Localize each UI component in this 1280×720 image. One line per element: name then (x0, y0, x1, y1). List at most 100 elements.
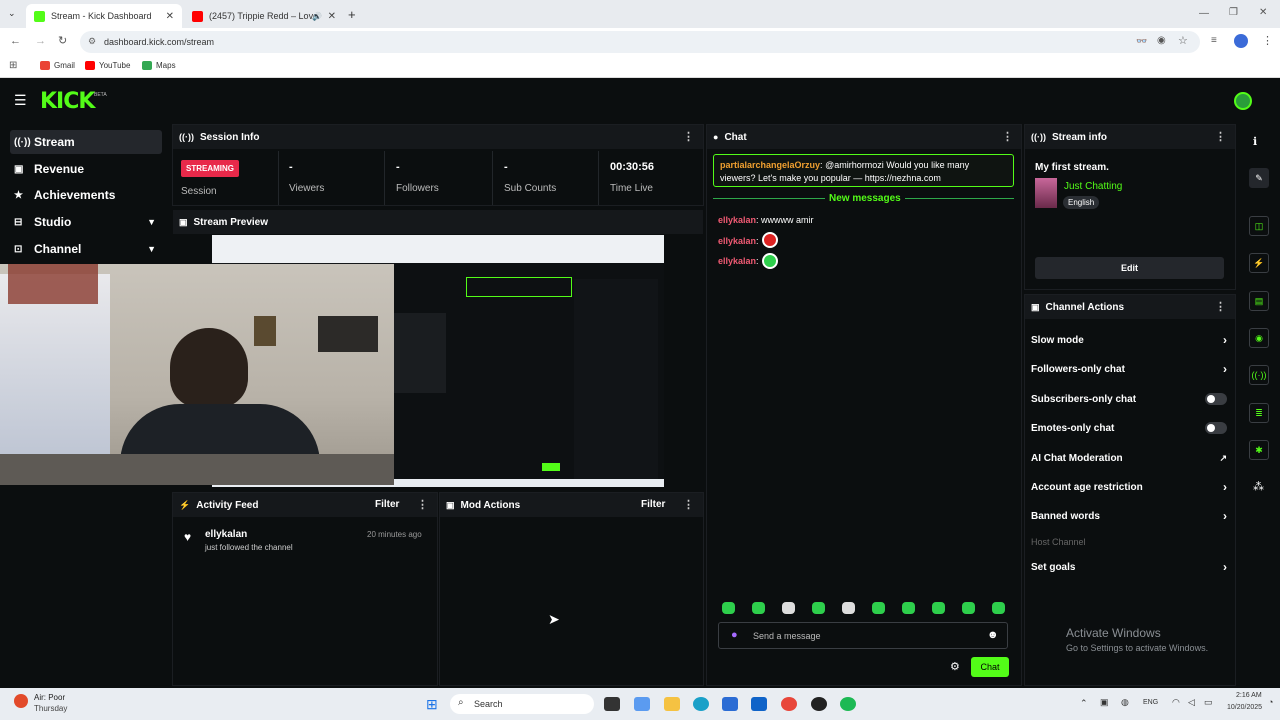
extension-icon[interactable]: 👓 (1136, 36, 1147, 47)
kick-logo[interactable]: KICK (40, 89, 95, 114)
clock-date[interactable]: 10/20/2025 (1227, 704, 1262, 711)
chrome-icon[interactable] (781, 697, 797, 711)
document-icon[interactable]: ▤ (1249, 291, 1269, 311)
mod-filter-button[interactable]: Filter (641, 499, 665, 510)
wifi-icon[interactable]: ◠ (1172, 697, 1180, 708)
url-field[interactable]: ⚙ dashboard.kick.com/stream (80, 31, 1200, 53)
weather-icon[interactable] (14, 694, 28, 708)
tray-app-icon[interactable]: ◍ (1121, 697, 1129, 708)
audio-playing-icon[interactable]: 🔊 (312, 12, 322, 21)
user-avatar[interactable] (1234, 92, 1252, 110)
bookmark-gmail[interactable]: Gmail (40, 61, 75, 70)
volume-icon[interactable]: ◁ (1188, 697, 1195, 708)
activity-user[interactable]: ellykalan (205, 529, 247, 540)
weather-title[interactable]: Air: Poor (34, 693, 65, 702)
emote-icon[interactable] (992, 602, 1005, 614)
chat-username[interactable]: ellykalan (718, 215, 756, 225)
emote-icon[interactable] (752, 602, 765, 614)
copilot-icon[interactable] (634, 697, 650, 711)
file-explorer-icon[interactable] (664, 697, 680, 711)
session-info-menu-icon[interactable]: ⋮ (683, 130, 694, 143)
emote-icon[interactable] (722, 602, 735, 614)
wrench-icon[interactable]: ✱ (1249, 440, 1269, 460)
bookmark-maps[interactable]: Maps (142, 61, 176, 70)
tray-app-icon[interactable]: ▣ (1100, 697, 1109, 708)
site-info-icon[interactable]: ⚙ (88, 36, 96, 47)
close-tab-icon[interactable]: ✕ (328, 11, 336, 22)
reload-icon[interactable]: ↻ (58, 34, 67, 47)
sidebar-item-studio[interactable]: ⊟ Studio ▼ (10, 210, 162, 234)
chat-username[interactable]: ellykalan (718, 256, 756, 266)
chat-send-button[interactable]: Chat (971, 657, 1009, 677)
edge-icon[interactable] (693, 697, 709, 711)
taskbar-search[interactable]: ⌕ Search (450, 694, 594, 714)
maximize-icon[interactable]: ❐ (1229, 7, 1238, 18)
emote-icon[interactable] (932, 602, 945, 614)
tab-kick-dashboard[interactable]: Stream - Kick Dashboard ✕ (26, 4, 182, 28)
reading-list-icon[interactable]: ≡ (1211, 35, 1217, 46)
task-view-icon[interactable] (604, 697, 620, 711)
activity-menu-icon[interactable]: ⋮ (417, 498, 428, 511)
spotify-icon[interactable] (840, 697, 856, 711)
sidebar-item-revenue[interactable]: ▣ Revenue (10, 157, 162, 181)
bookmark-star-icon[interactable]: ☆ (1178, 34, 1188, 47)
sidebar-item-channel[interactable]: ⊡ Channel ▼ (10, 237, 162, 261)
banned-words-row[interactable]: Banned words › (1031, 505, 1231, 527)
outlook-icon[interactable] (751, 697, 767, 711)
rail-icon-1[interactable]: ◫ (1249, 216, 1269, 236)
sidebar-item-achievements[interactable]: ★ Achievements (10, 183, 162, 207)
new-tab-icon[interactable]: + (348, 7, 356, 22)
profile-avatar[interactable] (1234, 34, 1248, 48)
close-window-icon[interactable]: ✕ (1259, 7, 1267, 18)
account-age-row[interactable]: Account age restriction › (1031, 476, 1231, 498)
ai-chat-moderation-row[interactable]: AI Chat Moderation ↗ (1031, 447, 1231, 469)
tray-chevron-icon[interactable]: ⌃ (1080, 698, 1088, 709)
share-icon[interactable]: ⁂ (1253, 480, 1264, 493)
tab-list-icon[interactable]: ⌄ (8, 8, 16, 19)
subscribers-only-toggle[interactable] (1205, 393, 1227, 405)
microphone-icon[interactable]: ● (731, 629, 738, 641)
bookmark-youtube[interactable]: YouTube (85, 61, 130, 70)
list-icon[interactable]: ≣ (1249, 403, 1269, 423)
mod-menu-icon[interactable]: ⋮ (683, 498, 694, 511)
hamburger-menu-icon[interactable]: ☰ (14, 92, 27, 109)
windows-start-icon[interactable]: ⊞ (426, 696, 438, 713)
emote-icon[interactable] (782, 602, 795, 614)
emote-icon[interactable] (872, 602, 885, 614)
channel-actions-menu-icon[interactable]: ⋮ (1215, 300, 1226, 313)
emote-icon[interactable] (962, 602, 975, 614)
chat-settings-gear-icon[interactable]: ⚙ (950, 660, 960, 673)
broadcast-icon[interactable]: ((·)) (1249, 365, 1269, 385)
tab-youtube[interactable]: (2457) Trippie Redd – Love 🔊 ✕ (184, 4, 344, 28)
chat-bubble-icon[interactable]: ◉ (1249, 328, 1269, 348)
chat-menu-icon[interactable]: ⋮ (1002, 130, 1013, 143)
emotes-only-toggle[interactable] (1205, 422, 1227, 434)
minimize-icon[interactable]: — (1199, 8, 1209, 19)
emote-icon[interactable] (842, 602, 855, 614)
chat-username[interactable]: ellykalan (718, 236, 756, 246)
stream-category[interactable]: Just Chatting (1064, 181, 1122, 192)
emote-icon[interactable] (812, 602, 825, 614)
emoji-icon[interactable]: ☻ (987, 629, 999, 641)
pinned-user[interactable]: partialarchangelaOrzuy (720, 160, 820, 170)
apps-grid-icon[interactable]: ⊞ (9, 60, 17, 71)
sidebar-item-stream[interactable]: ((·)) Stream (10, 130, 162, 154)
emote-icon[interactable] (902, 602, 915, 614)
view-icon[interactable]: ◉ (1157, 35, 1166, 46)
followers-only-row[interactable]: Followers-only chat › (1031, 358, 1231, 380)
clock-time[interactable]: 2:16 AM (1236, 692, 1262, 699)
back-icon[interactable]: ← (10, 35, 21, 47)
new-messages-label[interactable]: New messages (825, 193, 905, 204)
edit-pencil-icon[interactable]: ✎ (1249, 168, 1269, 188)
app-icon[interactable] (811, 697, 827, 711)
browser-menu-icon[interactable]: ⋮ (1262, 34, 1273, 47)
set-goals-row[interactable]: Set goals › (1031, 556, 1231, 578)
activity-filter-button[interactable]: Filter (375, 499, 399, 510)
chat-input[interactable]: ● Send a message ☻ (718, 622, 1008, 649)
stream-info-menu-icon[interactable]: ⋮ (1215, 130, 1226, 143)
info-icon[interactable]: ℹ (1253, 135, 1257, 148)
close-tab-icon[interactable]: ✕ (166, 11, 174, 22)
lightning-icon[interactable]: ⚡ (1249, 253, 1269, 273)
slow-mode-row[interactable]: Slow mode › (1031, 329, 1231, 351)
battery-icon[interactable]: ▭ (1204, 697, 1213, 708)
